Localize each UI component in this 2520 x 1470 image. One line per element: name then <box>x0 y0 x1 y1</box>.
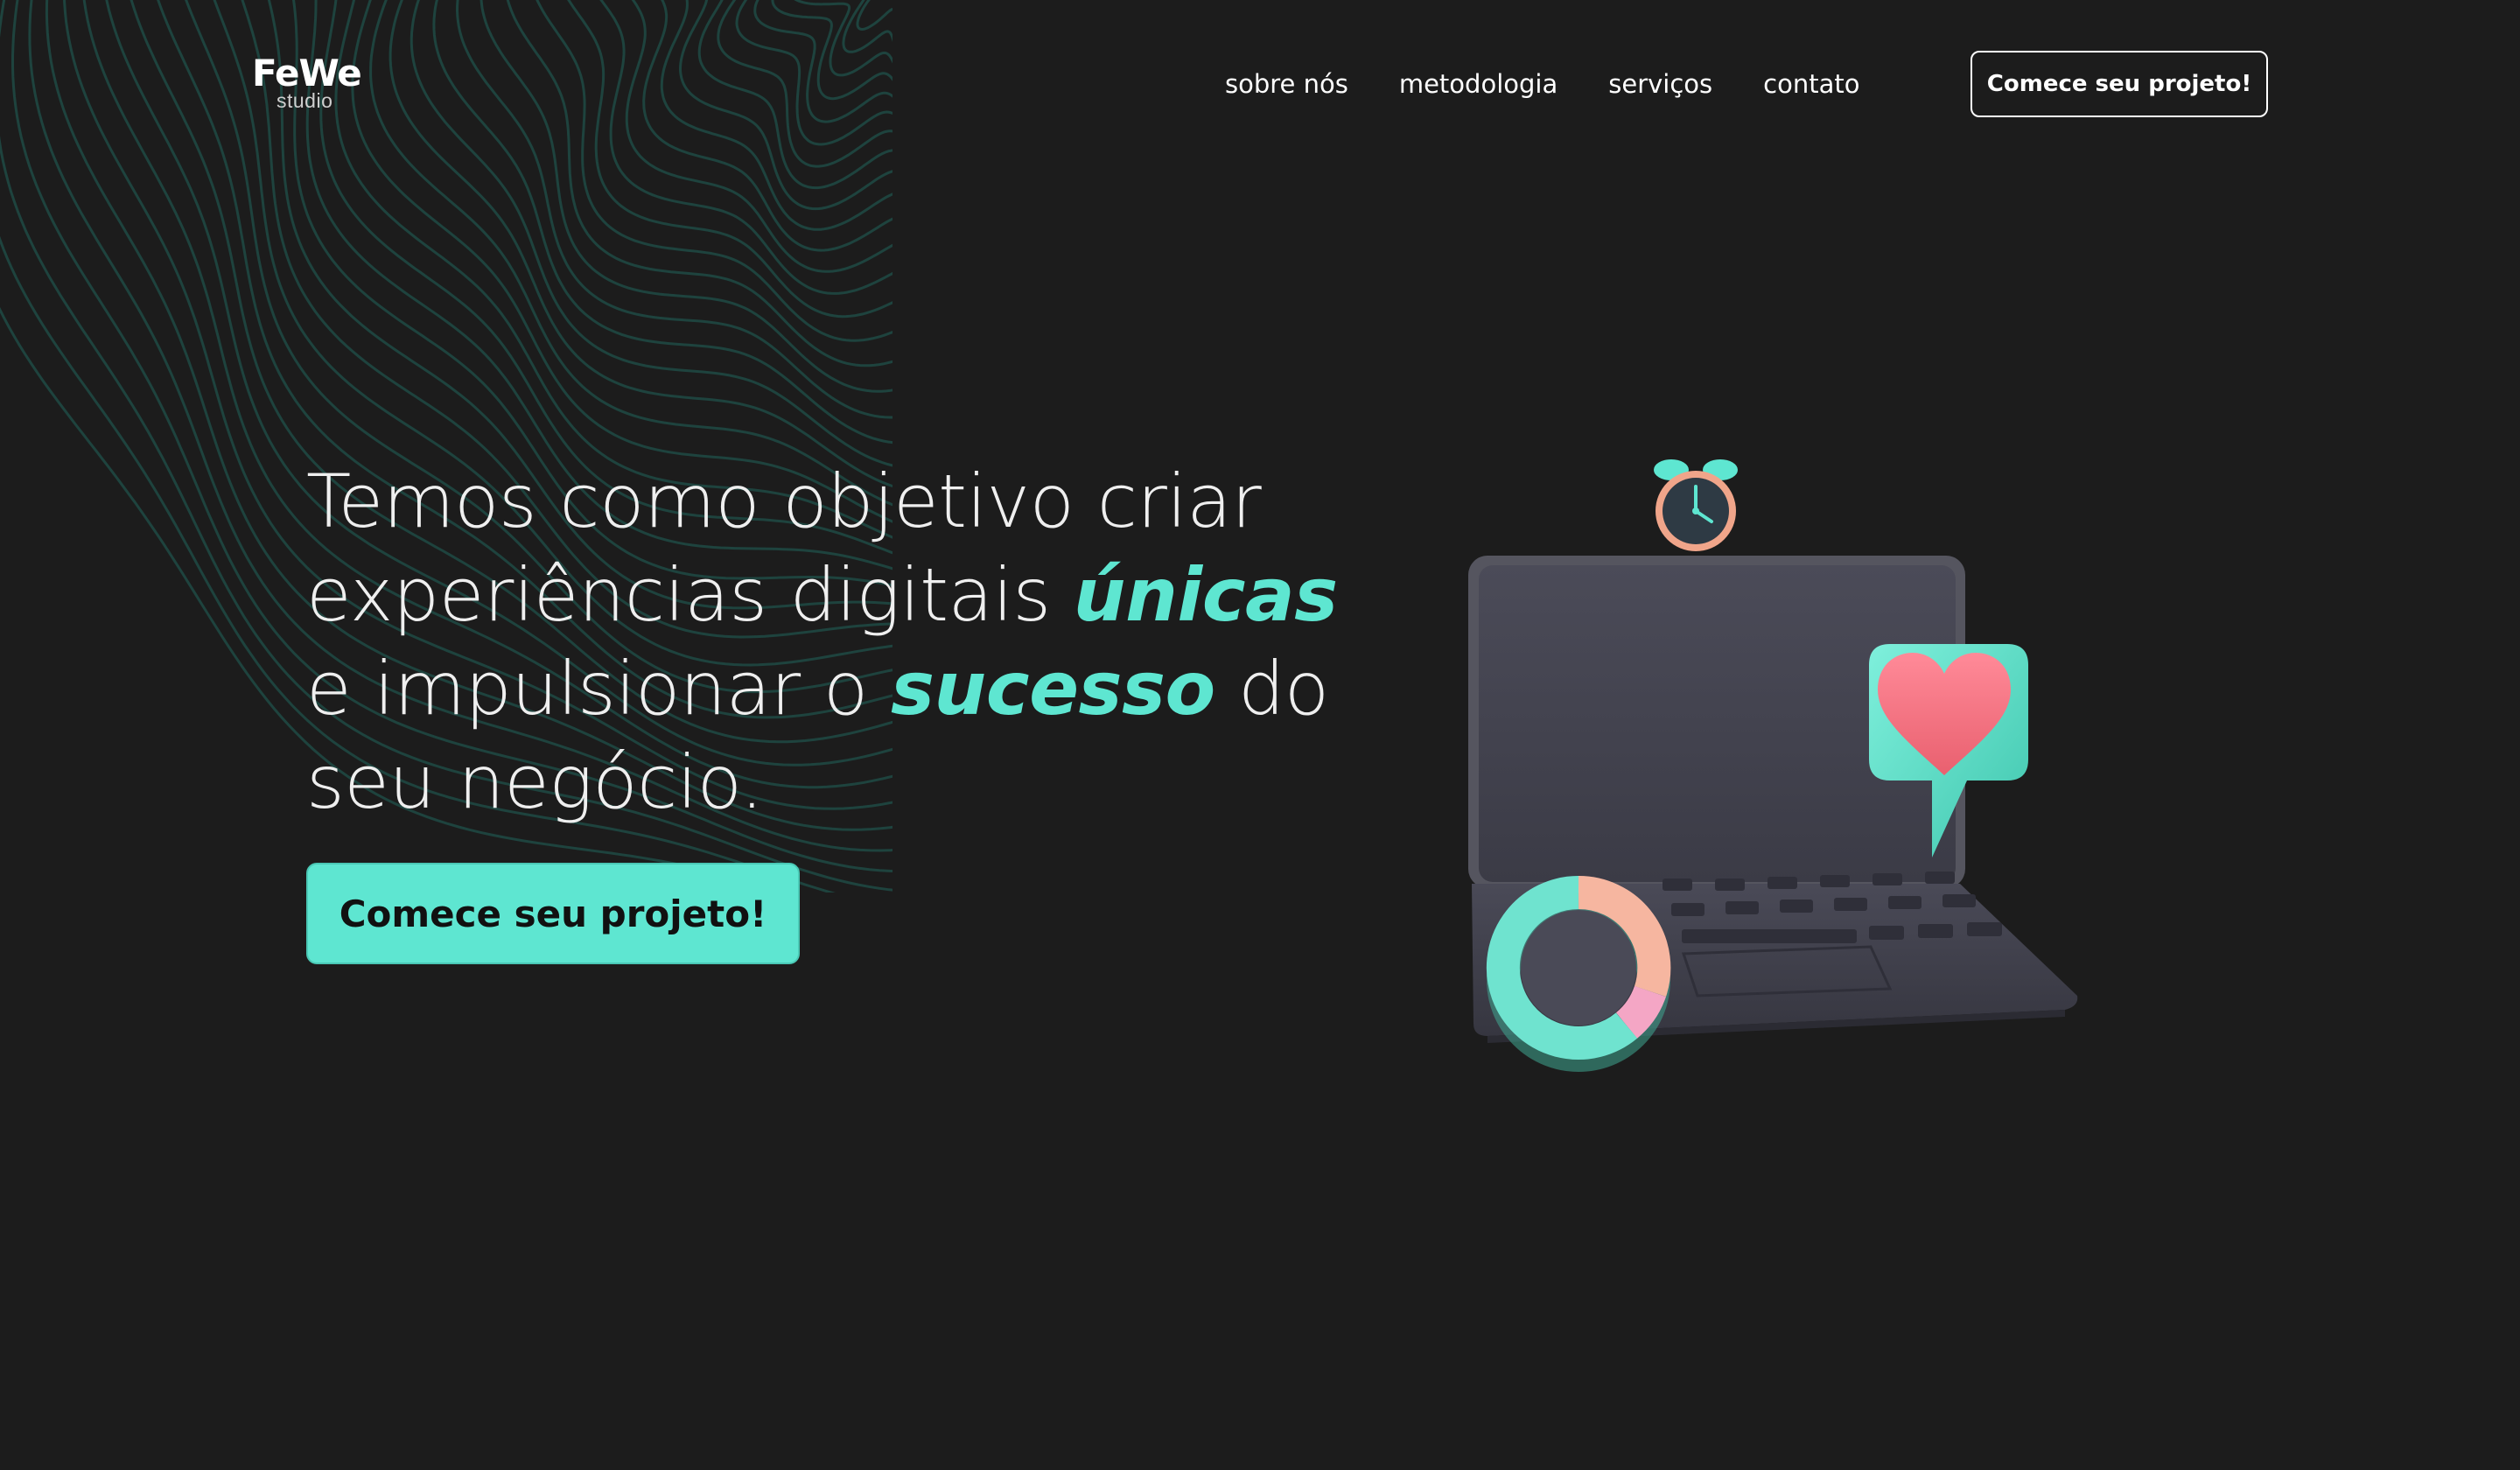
hero-start-project-button[interactable]: Comece seu projeto! <box>306 863 800 964</box>
nav-item-contato[interactable]: contato <box>1763 66 1859 102</box>
hero-line-3-text: e impulsionar o <box>306 646 868 732</box>
logo-subtitle: studio <box>276 89 333 112</box>
wave-line <box>536 0 892 342</box>
landing-page: FeWe studio sobre nós metodologia serviç… <box>0 0 2520 1470</box>
hero-headline: Temos como objetivo criar experiências d… <box>306 455 1382 830</box>
wave-line <box>642 0 892 252</box>
nav-item-metodologia[interactable]: metodologia <box>1399 66 1558 102</box>
logo[interactable]: FeWe studio <box>252 52 362 113</box>
nav-item-sobre-nos[interactable]: sobre nós <box>1225 66 1348 102</box>
hero-line-2: experiências digitais únicas <box>306 549 1382 642</box>
main-nav: sobre nós metodologia serviços contato <box>1225 66 1859 102</box>
hero-line-2-text: experiências digitais <box>306 552 1051 638</box>
alarm-clock-icon <box>1654 459 1738 551</box>
wave-line <box>660 0 892 231</box>
logo-wordmark: FeWe <box>252 52 362 94</box>
wave-line <box>599 0 892 295</box>
hero-line-1: Temos como objetivo criar <box>306 458 1262 544</box>
hero-line-3: e impulsionar o sucesso do <box>306 642 1382 736</box>
laptop-3d-illustration <box>1468 459 2078 1072</box>
hero-highlight-unicas: únicas <box>1073 552 1338 638</box>
hero-line-4: seu negócio. <box>306 739 764 825</box>
nav-item-servicos[interactable]: serviços <box>1608 66 1712 102</box>
wave-line <box>351 0 892 523</box>
hero-highlight-sucesso: sucesso <box>890 646 1215 732</box>
hero-line-3-end: do <box>1237 646 1329 732</box>
header-start-project-button[interactable]: Comece seu projeto! <box>1970 51 2268 117</box>
donut-chart-icon <box>1486 875 1671 1072</box>
